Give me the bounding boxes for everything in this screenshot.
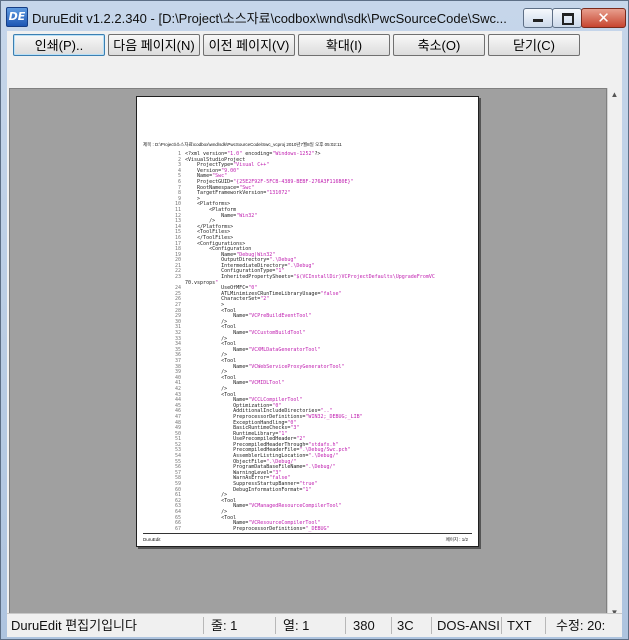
minimize-icon [533, 19, 543, 22]
code-listing: 1 <?xml version="1.0" encoding="Windows-1… [167, 151, 435, 533]
prev-page-button[interactable]: 이전 페이지(V) [203, 34, 295, 56]
status-message: DuruEdit 편집기입니다 [11, 618, 137, 633]
app-icon[interactable]: DE [6, 7, 28, 27]
footer-divider [143, 533, 472, 534]
status-separator [431, 617, 432, 634]
code-text: TargetFrameworkVersion="131072" [185, 190, 291, 197]
app-window: DE DuruEdit v1.2.2.340 - [D:\Project\소스자… [0, 0, 629, 640]
status-separator [345, 617, 346, 634]
title-bar[interactable]: DE DuruEdit v1.2.2.340 - [D:\Project\소스자… [1, 1, 628, 31]
vertical-scrollbar[interactable]: ▲ ▼ [607, 88, 621, 619]
next-page-button[interactable]: 다음 페이지(N) [108, 34, 200, 56]
status-separator [545, 617, 546, 634]
status-line: 줄: 1 [211, 618, 238, 633]
code-text: InheritedPropertySheets="$(VCInstallDir)… [185, 274, 435, 281]
status-column: 열: 1 [283, 618, 310, 633]
preview-viewport[interactable]: 제목 : D:\Project\소스자료\codbox\wnd\sdk\PwcS… [9, 88, 607, 619]
preview-page: 제목 : D:\Project\소스자료\codbox\wnd\sdk\PwcS… [136, 96, 479, 547]
status-separator [275, 617, 276, 634]
status-modified: 수정: 20: [556, 618, 606, 633]
status-filetype: TXT [507, 618, 532, 633]
zoom-in-button[interactable]: 확대(I) [298, 34, 390, 56]
maximize-button[interactable] [552, 8, 582, 28]
code-text: PreprocessorDefinitions="_DEBUG" [185, 525, 330, 532]
client-area: 인쇄(P).. 다음 페이지(N) 이전 페이지(V) 확대(I) 축소(O) … [7, 31, 622, 637]
scroll-up-icon[interactable]: ▲ [608, 88, 621, 101]
status-code: 3C [397, 618, 414, 633]
page-footer-right: 페이지 : 1/2 [445, 537, 468, 542]
status-bar: DuruEdit 편집기입니다 줄: 1 열: 1 380 3C DOS-ANS… [7, 613, 622, 637]
close-window-button[interactable]: ✕ [581, 8, 626, 28]
page-header: 제목 : D:\Project\소스자료\codbox\wnd\sdk\PwcS… [143, 142, 342, 147]
status-separator [501, 617, 502, 634]
code-line: 67 PreprocessorDefinitions="_DEBUG" [167, 525, 435, 533]
status-encoding: DOS-ANSI [437, 618, 500, 633]
window-title: DuruEdit v1.2.2.340 - [D:\Project\소스자료\c… [32, 11, 507, 26]
maximize-icon [562, 13, 574, 25]
page-footer-left: DuruEdit [143, 537, 161, 542]
print-button[interactable]: 인쇄(P).. [13, 34, 105, 56]
line-number: 23 [174, 274, 181, 281]
status-separator [203, 617, 204, 634]
line-number: 67 [174, 525, 181, 532]
zoom-out-button[interactable]: 축소(O) [393, 34, 485, 56]
minimize-button[interactable] [523, 8, 553, 28]
close-icon: ✕ [597, 9, 610, 27]
status-separator [391, 617, 392, 634]
close-preview-button[interactable]: 닫기(C) [488, 34, 580, 56]
status-size: 380 [353, 618, 375, 633]
print-preview-toolbar: 인쇄(P).. 다음 페이지(N) 이전 페이지(V) 확대(I) 축소(O) … [7, 31, 622, 87]
